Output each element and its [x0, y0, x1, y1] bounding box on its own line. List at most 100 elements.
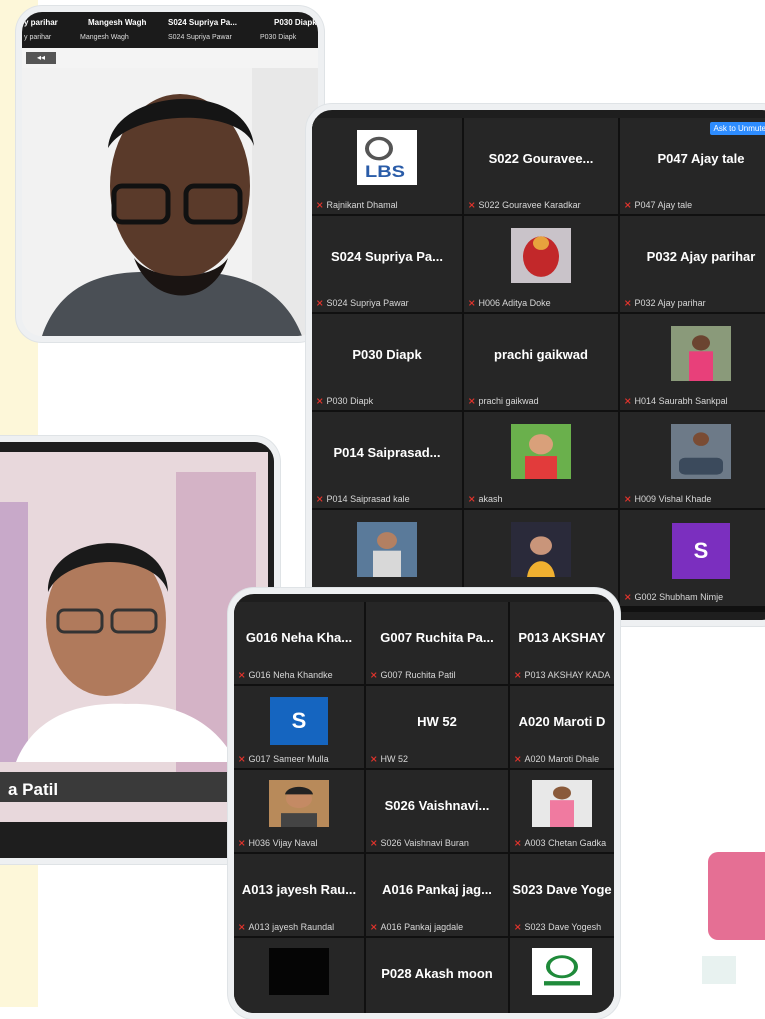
participant-name-text: A013 jayesh Raundal: [248, 922, 335, 932]
participant-strip: y parihar Mangesh Wagh S024 Supriya Pa..…: [22, 12, 318, 48]
participant-tile[interactable]: ⨯ H006 Aditya Doke: [464, 216, 618, 312]
participant-photo: [532, 947, 592, 996]
participant-photo: [357, 521, 417, 578]
participant-name-text: akash: [478, 494, 503, 504]
participant-tile[interactable]: ⨯ A003 Chetan Gadka: [510, 770, 614, 852]
participant-tile[interactable]: G016 Neha Kha... ⨯ G016 Neha Khandke: [234, 602, 364, 684]
participant-name-label: ⨯ H036 Vijay Naval: [238, 838, 362, 849]
strip-name[interactable]: P030 Diapk: [274, 18, 317, 27]
strip-sub: Mangesh Wagh: [80, 34, 129, 41]
participant-tile[interactable]: S ⨯ G002 Shubham Nimje: [620, 510, 765, 606]
participant-display-name: S024 Supriya Pa...: [330, 248, 443, 264]
strip-name[interactable]: Mangesh Wagh: [88, 18, 146, 27]
strip-name[interactable]: y parihar: [24, 18, 58, 27]
mic-muted-icon: ⨯: [370, 922, 378, 932]
strip-sub: S024 Supriya Pawar: [168, 34, 232, 41]
participant-name-label: ⨯ A020 Maroti Dhale: [514, 754, 612, 765]
participant-name-text: G016 Neha Khandke: [248, 670, 333, 680]
participant-name-label: ⨯ S023 Dave Yogesh: [514, 922, 612, 933]
participant-tile[interactable]: P047 Ajay tale ⨯ P047 Ajay tale Ask to Unmu…: [620, 118, 765, 214]
participant-display-name: P028 Akash moon: [381, 965, 493, 981]
participant-tile[interactable]: ⨯ H036 Vijay Naval: [234, 770, 364, 852]
participant-name-label: ⨯ S024 Supriya Pawar: [316, 298, 460, 309]
participant-tile[interactable]: S ⨯ G017 Sameer Mulla: [234, 686, 364, 768]
participant-tile[interactable]: P032 Ajay parihar ⨯ P032 Ajay parihar: [620, 216, 765, 312]
mic-muted-icon: ⨯: [370, 754, 378, 764]
participant-display-name: A020 Maroti D: [518, 713, 606, 729]
strip-sub: P030 Diapk: [260, 34, 297, 41]
participant-name-label: ⨯ H014 Saurabh Sankpal: [624, 396, 765, 407]
participant-tile[interactable]: S026 Vaishnavi... ⨯ S026 Vaishnavi Buran: [366, 770, 508, 852]
participant-tile[interactable]: ⨯ H009 Vishal Khade: [620, 412, 765, 508]
participant-name-label: ⨯ S022 Gouravee Karadkar: [468, 200, 616, 211]
strip-name[interactable]: S024 Supriya Pa...: [168, 18, 237, 27]
participant-tile[interactable]: A016 Pankaj jag... ⨯ A016 Pankaj jagdale: [366, 854, 508, 936]
participant-tile[interactable]: S023 Dave Yoge ⨯ S023 Dave Yogesh: [510, 854, 614, 936]
speaker-video: [22, 68, 318, 336]
participant-name-text: A003 Chetan Gadka: [524, 838, 607, 848]
mic-muted-icon: ⨯: [624, 200, 632, 210]
ask-to-unmute-button[interactable]: Ask to Unmute: [709, 122, 765, 135]
mic-muted-icon: ⨯: [370, 838, 378, 848]
mic-muted-icon: ⨯: [316, 200, 324, 210]
strip-control-button[interactable]: ◂◂: [26, 52, 56, 64]
mic-muted-icon: ⨯: [514, 838, 522, 848]
mic-muted-icon: ⨯: [514, 670, 522, 680]
mic-muted-icon: ⨯: [238, 922, 246, 932]
mic-muted-icon: ⨯: [238, 838, 246, 848]
participant-name-label: ⨯ A016 Pankaj jagdale: [370, 922, 506, 933]
participant-name-label: ⨯ A013 jayesh Raundal: [238, 922, 362, 933]
mic-muted-icon: ⨯: [370, 670, 378, 680]
mic-muted-icon: ⨯: [238, 754, 246, 764]
lower-gallery-grid: G016 Neha Kha... ⨯ G016 Neha Khandke G007 R…: [234, 602, 614, 1013]
participant-name-text: P047 Ajay tale: [634, 200, 693, 210]
speaker-video-card: y parihar Mangesh Wagh S024 Supriya Pa..…: [16, 6, 324, 342]
participant-name-label: ⨯ G007 Ruchita Patil: [370, 670, 506, 681]
participant-name-label: ⨯ P047 Ajay tale: [624, 200, 765, 211]
participant-tile[interactable]: A013 jayesh Rau... ⨯ A013 jayesh Raundal: [234, 854, 364, 936]
participant-name-text: H009 Vishal Khade: [634, 494, 712, 504]
mic-muted-icon: ⨯: [514, 754, 522, 764]
participant-name-label: ⨯ prachi gaikwad: [468, 396, 616, 407]
participant-tile[interactable]: P014 Saiprasad... ⨯ P014 Saiprasad kale: [312, 412, 462, 508]
pink-block: [708, 852, 765, 940]
participant-name-label: ⨯ G017 Sameer Mulla: [238, 754, 362, 765]
participant-name-text: G002 Shubham Nimje: [634, 592, 724, 602]
participant-display-name: P013 AKSHAY: [518, 629, 606, 645]
participant-tile[interactable]: HW 52 ⨯ HW 52: [366, 686, 508, 768]
participant-name-text: H006 Aditya Doke: [478, 298, 551, 308]
participant-tile[interactable]: A020 Maroti D ⨯ A020 Maroti Dhale: [510, 686, 614, 768]
participant-photo: [671, 325, 731, 382]
mic-muted-icon: ⨯: [468, 200, 476, 210]
participant-name-text: S026 Vaishnavi Buran: [380, 838, 469, 848]
participant-tile[interactable]: prachi gaikwad ⨯ prachi gaikwad: [464, 314, 618, 410]
participant-photo: [671, 423, 731, 480]
participant-name-label: ⨯ S026 Vaishnavi Buran: [370, 838, 506, 849]
participant-display-name: S022 Gouravee...: [488, 150, 594, 166]
mic-muted-icon: ⨯: [316, 494, 324, 504]
mic-muted-icon: ⨯: [624, 494, 632, 504]
mic-muted-icon: ⨯: [238, 670, 246, 680]
participant-tile[interactable]: ⨯ H014 Saurabh Sankpal: [620, 314, 765, 410]
avatar: S: [270, 697, 328, 746]
participant-name-label: ⨯ A003 Chetan Gadka: [514, 838, 612, 849]
participant-tile[interactable]: P013 AKSHAY ⨯ P013 AKSHAY KADA: [510, 602, 614, 684]
participant-tile[interactable]: ⨯ akash: [464, 412, 618, 508]
participant-name-text: A020 Maroti Dhale: [524, 754, 600, 764]
participant-photo: [511, 423, 571, 480]
participant-display-name: S026 Vaishnavi...: [384, 797, 490, 813]
participant-tile[interactable]: S024 Supriya Pa... ⨯ S024 Supriya Pawar: [312, 216, 462, 312]
participant-display-name: A013 jayesh Rau...: [241, 881, 357, 897]
participant-name-text: G007 Ruchita Patil: [380, 670, 456, 680]
participant-display-name: G016 Neha Kha...: [245, 629, 353, 645]
participant-photo: [511, 521, 571, 578]
participant-tile[interactable]: P030 Diapk ⨯ P030 Diapk: [312, 314, 462, 410]
mic-muted-icon: ⨯: [468, 396, 476, 406]
mic-muted-icon: ⨯: [624, 592, 632, 602]
participant-tile[interactable]: LBS ⨯ Rajnikant Dhamal: [312, 118, 462, 214]
participant-name-text: H014 Saurabh Sankpal: [634, 396, 728, 406]
participant-name-label: ⨯ P032 Ajay parihar: [624, 298, 765, 309]
name-banner: a Patil: [8, 780, 59, 799]
participant-tile[interactable]: S022 Gouravee... ⨯ S022 Gouravee Karadkar: [464, 118, 618, 214]
participant-tile[interactable]: G007 Ruchita Pa... ⨯ G007 Ruchita Patil: [366, 602, 508, 684]
